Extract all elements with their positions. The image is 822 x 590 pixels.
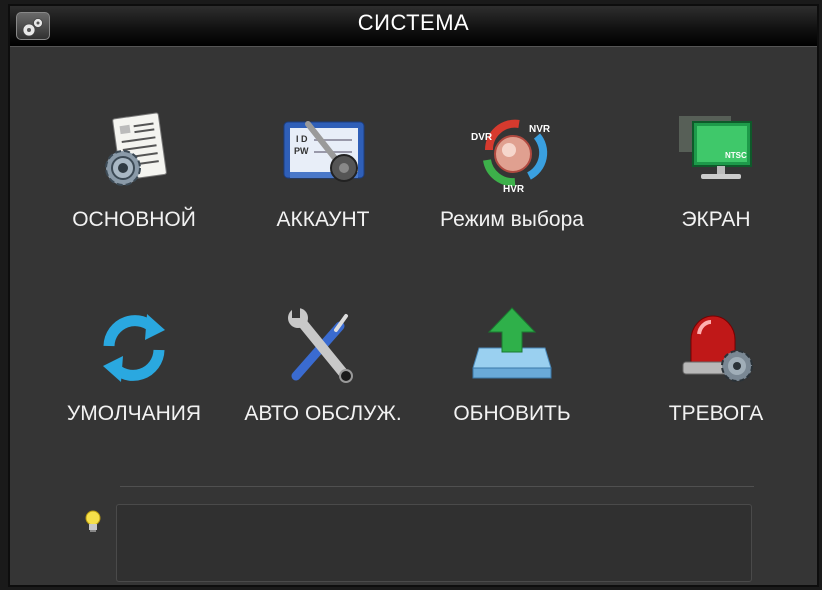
- menu-item-label: ОСНОВНОЙ: [72, 208, 196, 231]
- upgrade-icon: [467, 304, 557, 390]
- svg-text:PW: PW: [294, 146, 309, 156]
- display-icon: NTSC: [671, 110, 761, 196]
- hvr-text: HVR: [503, 184, 525, 195]
- menu-item-display[interactable]: NTSC ЭКРАН: [626, 110, 806, 260]
- menu-item-auto-maintain[interactable]: АВТО ОБСЛУЖ.: [233, 304, 413, 454]
- menu-item-label: Режим выбора: [440, 208, 584, 231]
- alarm-icon: [671, 304, 761, 390]
- menu-item-general[interactable]: ОСНОВНОЙ: [44, 110, 224, 260]
- menu-item-label: ЭКРАН: [681, 208, 751, 231]
- menu-item-upgrade[interactable]: ОБНОВИТЬ: [422, 304, 602, 454]
- menu-item-label: ОБНОВИТЬ: [453, 402, 571, 425]
- menu-item-defaults[interactable]: УМОЛЧАНИЯ: [44, 304, 224, 454]
- menu-item-label: ТРЕВОГА: [668, 402, 764, 425]
- tools-icon: [278, 304, 368, 390]
- menu-item-mode-select[interactable]: DVR NVR HVR Режим выбора: [422, 110, 602, 260]
- dvr-text: DVR: [471, 132, 493, 143]
- ntsc-text: NTSC: [725, 151, 747, 160]
- svg-text:I D: I D: [296, 134, 308, 144]
- menu-item-label: АВТО ОБСЛУЖ.: [244, 402, 402, 425]
- mode-select-icon: DVR NVR HVR: [467, 110, 557, 196]
- system-window: СИСТЕМА ОСНОВНОЙ I D PW АККАУНТ DVR NVR …: [8, 4, 819, 587]
- general-settings-icon: [89, 110, 179, 196]
- menu-item-alarm[interactable]: ТРЕВОГА: [626, 304, 806, 454]
- refresh-icon: [89, 304, 179, 390]
- account-icon: I D PW: [278, 110, 368, 196]
- lightbulb-icon: [84, 510, 102, 534]
- window-title: СИСТЕМА: [357, 10, 470, 35]
- title-bar: СИСТЕМА: [10, 6, 817, 47]
- divider: [120, 486, 754, 487]
- menu-item-account[interactable]: I D PW АККАУНТ: [233, 110, 413, 260]
- menu-item-label: АККАУНТ: [276, 208, 370, 231]
- menu-item-label: УМОЛЧАНИЯ: [66, 402, 202, 425]
- hint-text-area: [116, 504, 752, 582]
- nvr-text: NVR: [529, 124, 551, 135]
